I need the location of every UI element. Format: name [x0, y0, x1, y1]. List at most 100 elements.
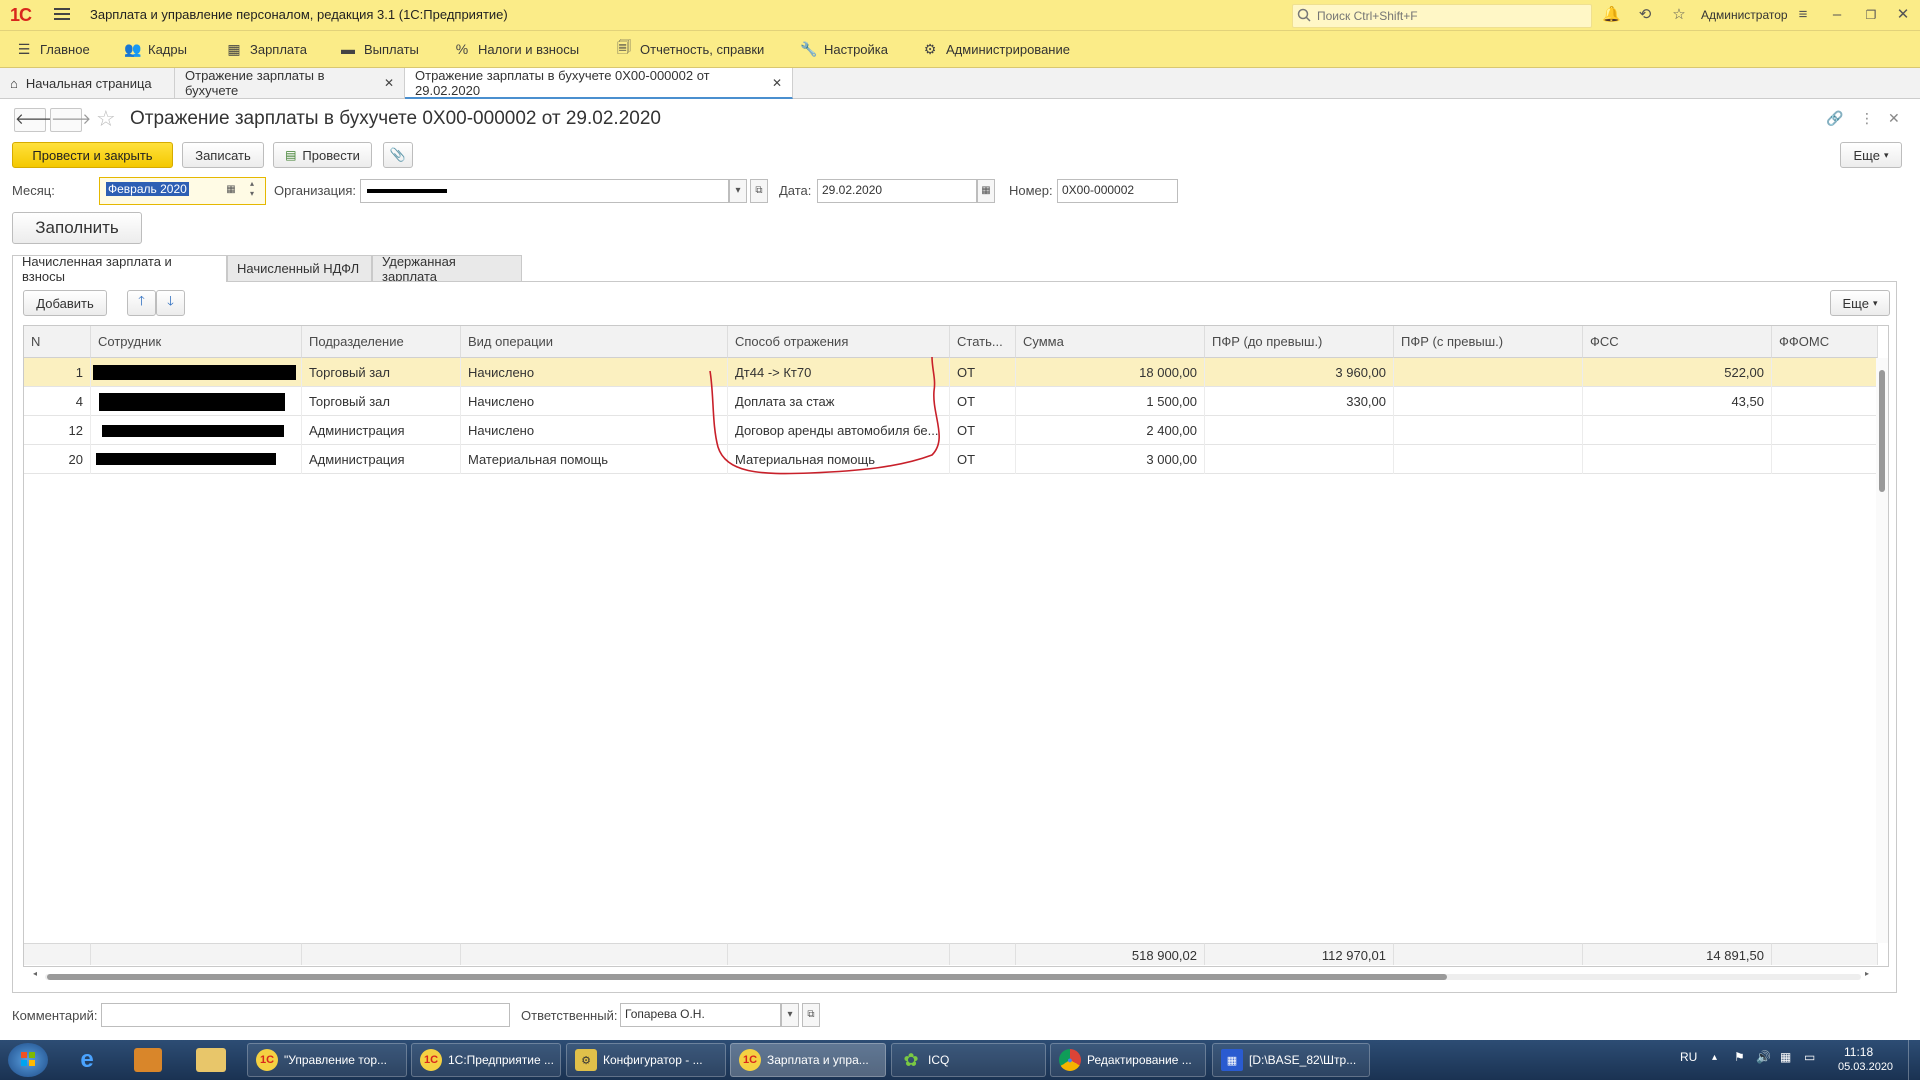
- section-taxes[interactable]: % Налоги и взносы: [454, 40, 579, 58]
- window-icon[interactable]: ▦: [1780, 1050, 1791, 1064]
- internet-explorer-icon[interactable]: e: [72, 1047, 102, 1073]
- taskbar-item[interactable]: ▦ [D:\BASE_82\Штр...: [1212, 1043, 1370, 1077]
- scroll-right-icon[interactable]: ▸: [1865, 969, 1869, 978]
- tab-withheld-salary[interactable]: Удержанная зарплата: [372, 254, 522, 284]
- search-input[interactable]: [1315, 5, 1579, 27]
- media-player-icon[interactable]: [134, 1048, 162, 1072]
- save-button[interactable]: Записать: [182, 142, 264, 168]
- col-header-ffoms[interactable]: ФФОМС: [1772, 326, 1878, 358]
- maximize-icon[interactable]: ❐: [1862, 6, 1880, 24]
- scrollbar-thumb[interactable]: [1879, 370, 1885, 492]
- fill-button[interactable]: Заполнить: [12, 212, 142, 244]
- back-button[interactable]: 🡐: [14, 108, 55, 132]
- close-document-icon[interactable]: ✕: [1888, 110, 1900, 127]
- move-up-icon[interactable]: 🡑: [127, 290, 156, 316]
- settings-menu-icon[interactable]: ≡: [1794, 6, 1812, 24]
- favorite-star-icon[interactable]: ☆: [96, 106, 116, 132]
- clock-date[interactable]: 05.03.2020: [1838, 1061, 1893, 1073]
- number-field[interactable]: 0Х00-000002: [1057, 179, 1178, 203]
- col-header-n[interactable]: N: [24, 326, 91, 358]
- col-header-operation[interactable]: Вид операции: [461, 326, 728, 358]
- history-icon[interactable]: ⟲: [1636, 6, 1654, 24]
- taskbar-item[interactable]: ● Редактирование ...: [1050, 1043, 1206, 1077]
- show-desktop-button[interactable]: [1908, 1040, 1920, 1080]
- table-row[interactable]: 20 Администрация Материальная помощь Мат…: [24, 445, 1878, 474]
- date-field[interactable]: 29.02.2020: [817, 179, 977, 203]
- tab-home[interactable]: ⌂ Начальная страница: [0, 68, 175, 98]
- scroll-left-icon[interactable]: ◂: [33, 969, 37, 978]
- network-flag-icon[interactable]: ⚑: [1734, 1050, 1745, 1064]
- move-down-icon[interactable]: 🡓: [156, 290, 185, 316]
- network-icon[interactable]: ▭: [1804, 1050, 1815, 1064]
- tab-accrued-ndfl[interactable]: Начисленный НДФЛ: [227, 255, 372, 281]
- attach-button[interactable]: 📎: [383, 142, 413, 168]
- table-more-button[interactable]: Еще ▾: [1830, 290, 1890, 316]
- month-spinner[interactable]: ▴ ▾: [243, 179, 261, 203]
- section-personnel[interactable]: 👥 Кадры: [124, 40, 187, 58]
- section-payments[interactable]: ▬ Выплаты: [340, 40, 419, 58]
- calendar-icon[interactable]: ▦: [222, 179, 240, 203]
- minimize-icon[interactable]: –: [1828, 6, 1846, 24]
- section-salary[interactable]: ▦ Зарплата: [226, 40, 307, 58]
- section-reports[interactable]: 🗐 Отчетность, справки: [616, 39, 764, 58]
- table-row[interactable]: 1 Торговый зал Начислено Дт44 -> Кт70 ОТ…: [24, 358, 1878, 387]
- table-row[interactable]: 12 Администрация Начислено Договор аренд…: [24, 416, 1878, 445]
- user-name[interactable]: Администратор: [1701, 8, 1788, 22]
- tab-current-document[interactable]: Отражение зарплаты в бухучете 0Х00-00000…: [405, 68, 793, 99]
- more-vertical-icon[interactable]: ⋮: [1860, 110, 1874, 127]
- language-indicator[interactable]: RU: [1680, 1050, 1697, 1064]
- dropdown-arrow-icon: ▾: [1883, 149, 1889, 160]
- calendar-icon[interactable]: ▦: [977, 179, 995, 203]
- col-header-pfr-before[interactable]: ПФР (до превыш.): [1205, 326, 1394, 358]
- horizontal-scrollbar[interactable]: ◂ ▸: [33, 969, 1873, 981]
- taskbar-item[interactable]: 1С "Управление тор...: [247, 1043, 407, 1077]
- more-button[interactable]: Еще ▾: [1840, 142, 1902, 168]
- volume-icon[interactable]: 🔊: [1756, 1050, 1771, 1064]
- col-header-article[interactable]: Стать...: [950, 326, 1016, 358]
- col-header-pfr-after[interactable]: ПФР (с превыш.): [1394, 326, 1583, 358]
- taskbar-item-active[interactable]: 1С Зарплата и упра...: [730, 1043, 886, 1077]
- tray-expand-icon[interactable]: ▴: [1712, 1052, 1717, 1063]
- comment-field[interactable]: [101, 1003, 510, 1027]
- bell-icon[interactable]: 🔔: [1602, 6, 1621, 24]
- close-window-icon[interactable]: ✕: [1894, 6, 1912, 24]
- col-header-sum[interactable]: Сумма: [1016, 326, 1205, 358]
- open-responsible-icon[interactable]: ⧉: [802, 1003, 820, 1027]
- taskbar-item[interactable]: ✿ ICQ: [891, 1043, 1046, 1077]
- main-menu-icon[interactable]: [54, 7, 70, 21]
- col-header-employee[interactable]: Сотрудник: [91, 326, 302, 358]
- explorer-folder-icon[interactable]: [196, 1048, 226, 1072]
- section-admin[interactable]: ⚙ Администрирование: [922, 40, 1070, 58]
- taskbar-item[interactable]: ⚙ Конфигуратор - ...: [566, 1043, 726, 1077]
- vertical-scrollbar[interactable]: [1876, 358, 1888, 943]
- taskbar-item[interactable]: 1С 1С:Предприятие ...: [411, 1043, 561, 1077]
- start-button[interactable]: [8, 1043, 48, 1077]
- tab-salary-list[interactable]: Отражение зарплаты в бухучете ✕: [175, 68, 405, 98]
- dropdown-arrow-icon[interactable]: ▾: [781, 1003, 799, 1027]
- tab-accrued-salary[interactable]: Начисленная зарплата и взносы: [12, 254, 227, 284]
- post-button[interactable]: ▤ Провести: [273, 142, 372, 168]
- clock-time[interactable]: 11:18: [1844, 1045, 1873, 1059]
- section-settings[interactable]: 🔧 Настройка: [800, 40, 888, 58]
- forward-button[interactable]: 🡒: [50, 108, 91, 132]
- responsible-field[interactable]: Гопарева О.Н.: [620, 1003, 781, 1027]
- organization-field[interactable]: [360, 179, 729, 203]
- col-header-fss[interactable]: ФСС: [1583, 326, 1772, 358]
- close-tab-icon[interactable]: ✕: [384, 76, 394, 90]
- add-button[interactable]: Добавить: [23, 290, 107, 316]
- col-header-department[interactable]: Подразделение: [302, 326, 461, 358]
- scrollbar-thumb[interactable]: [47, 974, 1447, 980]
- close-tab-icon[interactable]: ✕: [772, 76, 782, 90]
- home-icon: ⌂: [10, 75, 18, 91]
- section-main[interactable]: ☰ Главное: [16, 40, 90, 58]
- table-row[interactable]: 4 Торговый зал Начислено Доплата за стаж…: [24, 387, 1878, 416]
- star-icon[interactable]: ☆: [1670, 6, 1688, 24]
- col-header-method[interactable]: Способ отражения: [728, 326, 950, 358]
- dropdown-arrow-icon[interactable]: ▾: [729, 179, 747, 203]
- post-and-close-button[interactable]: Провести и закрыть: [12, 142, 173, 168]
- open-organization-icon[interactable]: ⧉: [750, 179, 768, 203]
- link-icon[interactable]: 🔗: [1826, 110, 1843, 127]
- month-field[interactable]: Февраль 2020: [102, 179, 222, 203]
- accruals-table[interactable]: N Сотрудник Подразделение Вид операции С…: [23, 325, 1889, 967]
- global-search[interactable]: [1292, 4, 1592, 28]
